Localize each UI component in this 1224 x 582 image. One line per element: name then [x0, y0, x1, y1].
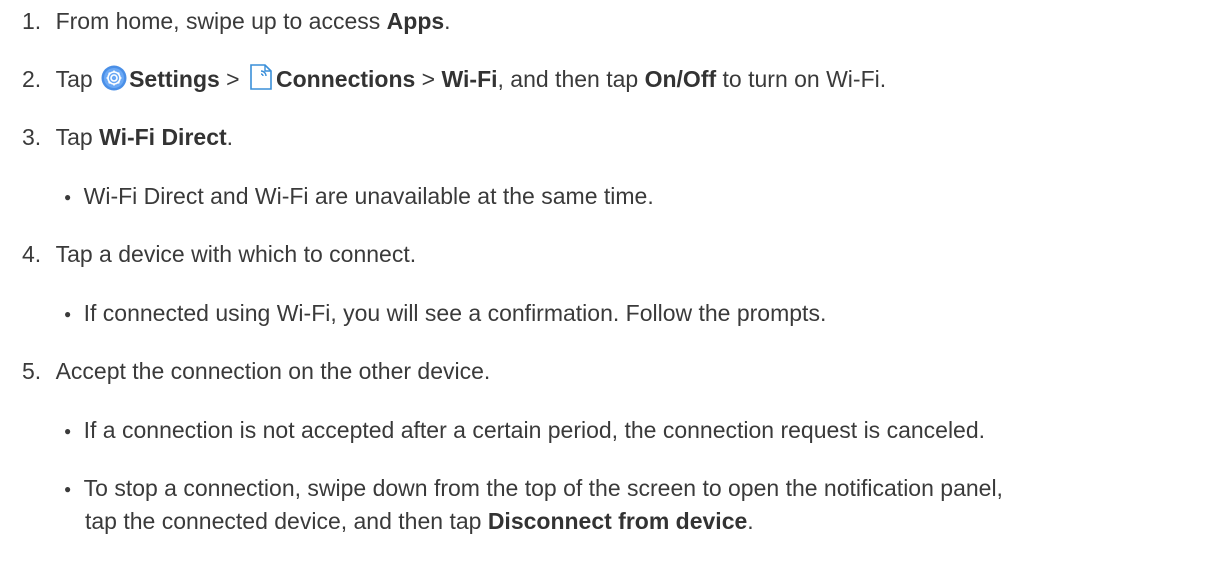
bullet-dot: ● [64, 482, 72, 496]
step-2: 2. Tap Settings > Connections > Wi-Fi, a… [22, 63, 886, 98]
step-text-end: to turn on Wi-Fi. [716, 66, 887, 92]
step-number: 1. [22, 8, 42, 34]
step-5-bullet-2: ● To stop a connection, swipe down from … [64, 473, 1003, 504]
bullet-text: Wi-Fi Direct and Wi-Fi are unavailable a… [83, 183, 654, 209]
step-text: Tap [55, 124, 100, 150]
step-text: Tap a device with which to connect. [55, 241, 417, 267]
step-number: 2. [22, 66, 42, 92]
wifi-direct-term: Wi-Fi Direct [99, 124, 227, 150]
bullet-text: To stop a connection, swipe down from th… [83, 475, 1003, 501]
apps-term: Apps [386, 8, 445, 34]
step-3: 3. Tap Wi-Fi Direct. [22, 122, 233, 152]
step-number: 5. [22, 358, 42, 384]
step-number: 4. [22, 241, 42, 267]
step-5-bullet-2-continued: tap the connected device, and then tap D… [85, 506, 754, 536]
connections-term: Connections [276, 66, 416, 92]
settings-gear-icon [101, 65, 127, 98]
step-4: 4. Tap a device with which to connect. [22, 239, 416, 269]
bullet-dot: ● [64, 190, 72, 204]
step-text: From home, swipe up to access [55, 8, 387, 34]
bullet-text: tap the connected device, and then tap [85, 508, 488, 534]
bullet-text-end: . [747, 508, 754, 534]
step-5-bullet-1: ● If a connection is not accepted after … [64, 415, 985, 446]
wifi-term: Wi-Fi [441, 66, 498, 92]
step-4-bullet-1: ● If connected using Wi-Fi, you will see… [64, 298, 826, 329]
bullet-text: If connected using Wi-Fi, you will see a… [83, 300, 827, 326]
separator: > [219, 66, 247, 92]
step-1: 1. From home, swipe up to access Apps. [22, 6, 451, 36]
settings-term: Settings [129, 66, 220, 92]
step-text: Tap [55, 66, 100, 92]
step-number: 3. [22, 124, 42, 150]
bullet-dot: ● [64, 424, 72, 438]
bullet-dot: ● [64, 307, 72, 321]
step-text: , and then tap [497, 66, 645, 92]
bullet-text: If a connection is not accepted after a … [83, 417, 986, 443]
instruction-document: 1. From home, swipe up to access Apps. 2… [0, 0, 1224, 582]
on-off-term: On/Off [644, 66, 717, 92]
disconnect-term: Disconnect from device [487, 508, 748, 534]
step-text-end: . [226, 124, 234, 150]
step-text: Accept the connection on the other devic… [55, 358, 491, 384]
step-text-end: . [444, 8, 451, 34]
connections-icon [248, 63, 274, 98]
step-5: 5. Accept the connection on the other de… [22, 356, 490, 386]
separator: > [415, 66, 442, 92]
step-3-bullet-1: ● Wi-Fi Direct and Wi-Fi are unavailable… [64, 181, 654, 212]
